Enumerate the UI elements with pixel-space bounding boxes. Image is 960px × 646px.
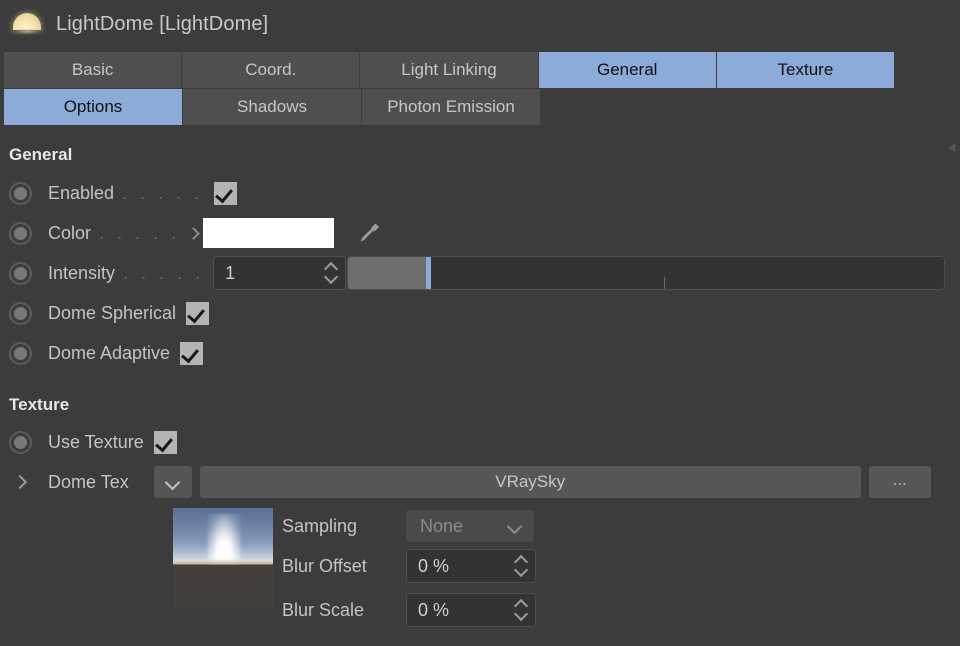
tab-options[interactable]: Options — [4, 89, 182, 125]
dot-leader-enabled: . . . . . — [122, 183, 203, 204]
tab-bar: Basic Coord. Light Linking General Textu… — [4, 52, 894, 126]
texture-settings-group: Sampling None Blur Offset 0 % Blur Scale… — [0, 508, 960, 632]
intensity-value: 1 — [214, 263, 235, 284]
animate-dot-use-texture[interactable] — [9, 431, 32, 454]
row-color: Color . . . . . — [0, 213, 960, 253]
blur-offset-stepper[interactable] — [514, 555, 528, 577]
label-dome-adaptive: Dome Adaptive — [48, 343, 170, 364]
checkbox-dome-spherical[interactable] — [186, 302, 209, 325]
tab-shadows[interactable]: Shadows — [183, 89, 361, 125]
label-enabled: Enabled — [48, 183, 114, 204]
tab-coord[interactable]: Coord. — [182, 52, 359, 88]
label-use-texture: Use Texture — [48, 432, 144, 453]
intensity-slider-fill — [348, 257, 425, 289]
eyedropper-icon[interactable] — [354, 218, 384, 248]
animate-dot-dome-adaptive[interactable] — [9, 342, 32, 365]
window-title: LightDome [LightDome] — [56, 13, 268, 36]
dot-leader-intensity: . . . . . — [123, 263, 204, 284]
label-color: Color — [48, 223, 91, 244]
checkbox-enabled[interactable] — [214, 182, 237, 205]
dot-leader-color: . . . . . — [99, 223, 180, 244]
expand-arrow-icon-dome-tex[interactable] — [9, 471, 32, 494]
scroll-indicator[interactable] — [947, 140, 956, 150]
intensity-stepper[interactable] — [324, 262, 338, 284]
blur-offset-input[interactable]: 0 % — [406, 549, 536, 583]
intensity-slider-handle[interactable] — [426, 257, 431, 289]
animate-dot-dome-spherical[interactable] — [9, 302, 32, 325]
row-enabled: Enabled . . . . . — [0, 173, 960, 213]
blur-offset-value: 0 % — [407, 556, 449, 577]
tab-light-linking[interactable]: Light Linking — [360, 52, 537, 88]
chevron-right-icon-color[interactable] — [188, 226, 200, 240]
animate-dot-intensity[interactable] — [9, 262, 32, 285]
row-dome-spherical: Dome Spherical — [0, 293, 960, 333]
texture-preview-thumbnail[interactable] — [173, 508, 273, 608]
checkbox-use-texture[interactable] — [154, 431, 177, 454]
row-use-texture: Use Texture — [0, 422, 960, 462]
section-heading-general: General — [0, 145, 960, 165]
sampling-dropdown[interactable]: None — [406, 510, 534, 542]
chevron-down-icon-dome-tex[interactable] — [154, 466, 192, 498]
intensity-slider[interactable] — [347, 256, 945, 290]
blur-scale-input[interactable]: 0 % — [406, 593, 536, 627]
dome-tex-value-button[interactable]: VRaySky — [200, 466, 861, 498]
row-sampling: Sampling None — [282, 508, 536, 544]
tab-row-primary: Basic Coord. Light Linking General Textu… — [4, 52, 894, 88]
label-dome-tex: Dome Tex — [48, 472, 129, 493]
dome-tex-more-button[interactable]: ... — [869, 466, 931, 498]
properties-panel: General Enabled . . . . . Color . . . . … — [0, 132, 960, 646]
section-heading-texture: Texture — [0, 395, 960, 415]
row-blur-offset: Blur Offset 0 % — [282, 544, 536, 588]
row-blur-scale: Blur Scale 0 % — [282, 588, 536, 632]
title-bar: LightDome [LightDome] — [0, 0, 960, 48]
tab-texture[interactable]: Texture — [717, 52, 894, 88]
sampling-value: None — [406, 516, 463, 537]
tab-general[interactable]: General — [539, 52, 716, 88]
row-dome-adaptive: Dome Adaptive — [0, 333, 960, 373]
texture-params: Sampling None Blur Offset 0 % Blur Scale… — [282, 508, 536, 632]
label-blur-scale: Blur Scale — [282, 600, 406, 621]
animate-dot-color[interactable] — [9, 222, 32, 245]
tab-basic[interactable]: Basic — [4, 52, 181, 88]
intensity-slider-tick — [664, 277, 665, 289]
checkbox-dome-adaptive[interactable] — [180, 342, 203, 365]
row-dome-tex: Dome Tex VRaySky ... — [0, 462, 960, 502]
label-sampling: Sampling — [282, 516, 406, 537]
label-dome-spherical: Dome Spherical — [48, 303, 176, 324]
intensity-input[interactable]: 1 — [213, 256, 346, 290]
blur-scale-value: 0 % — [407, 600, 449, 621]
label-blur-offset: Blur Offset — [282, 556, 406, 577]
tab-row-secondary: Options Shadows Photon Emission — [4, 89, 894, 125]
color-swatch[interactable] — [203, 218, 334, 248]
blur-scale-stepper[interactable] — [514, 599, 528, 621]
dome-light-icon — [10, 9, 44, 39]
label-intensity: Intensity — [48, 263, 115, 284]
tab-photon-emission[interactable]: Photon Emission — [362, 89, 540, 125]
row-intensity: Intensity . . . . . 1 — [0, 253, 960, 293]
animate-dot-enabled[interactable] — [9, 182, 32, 205]
